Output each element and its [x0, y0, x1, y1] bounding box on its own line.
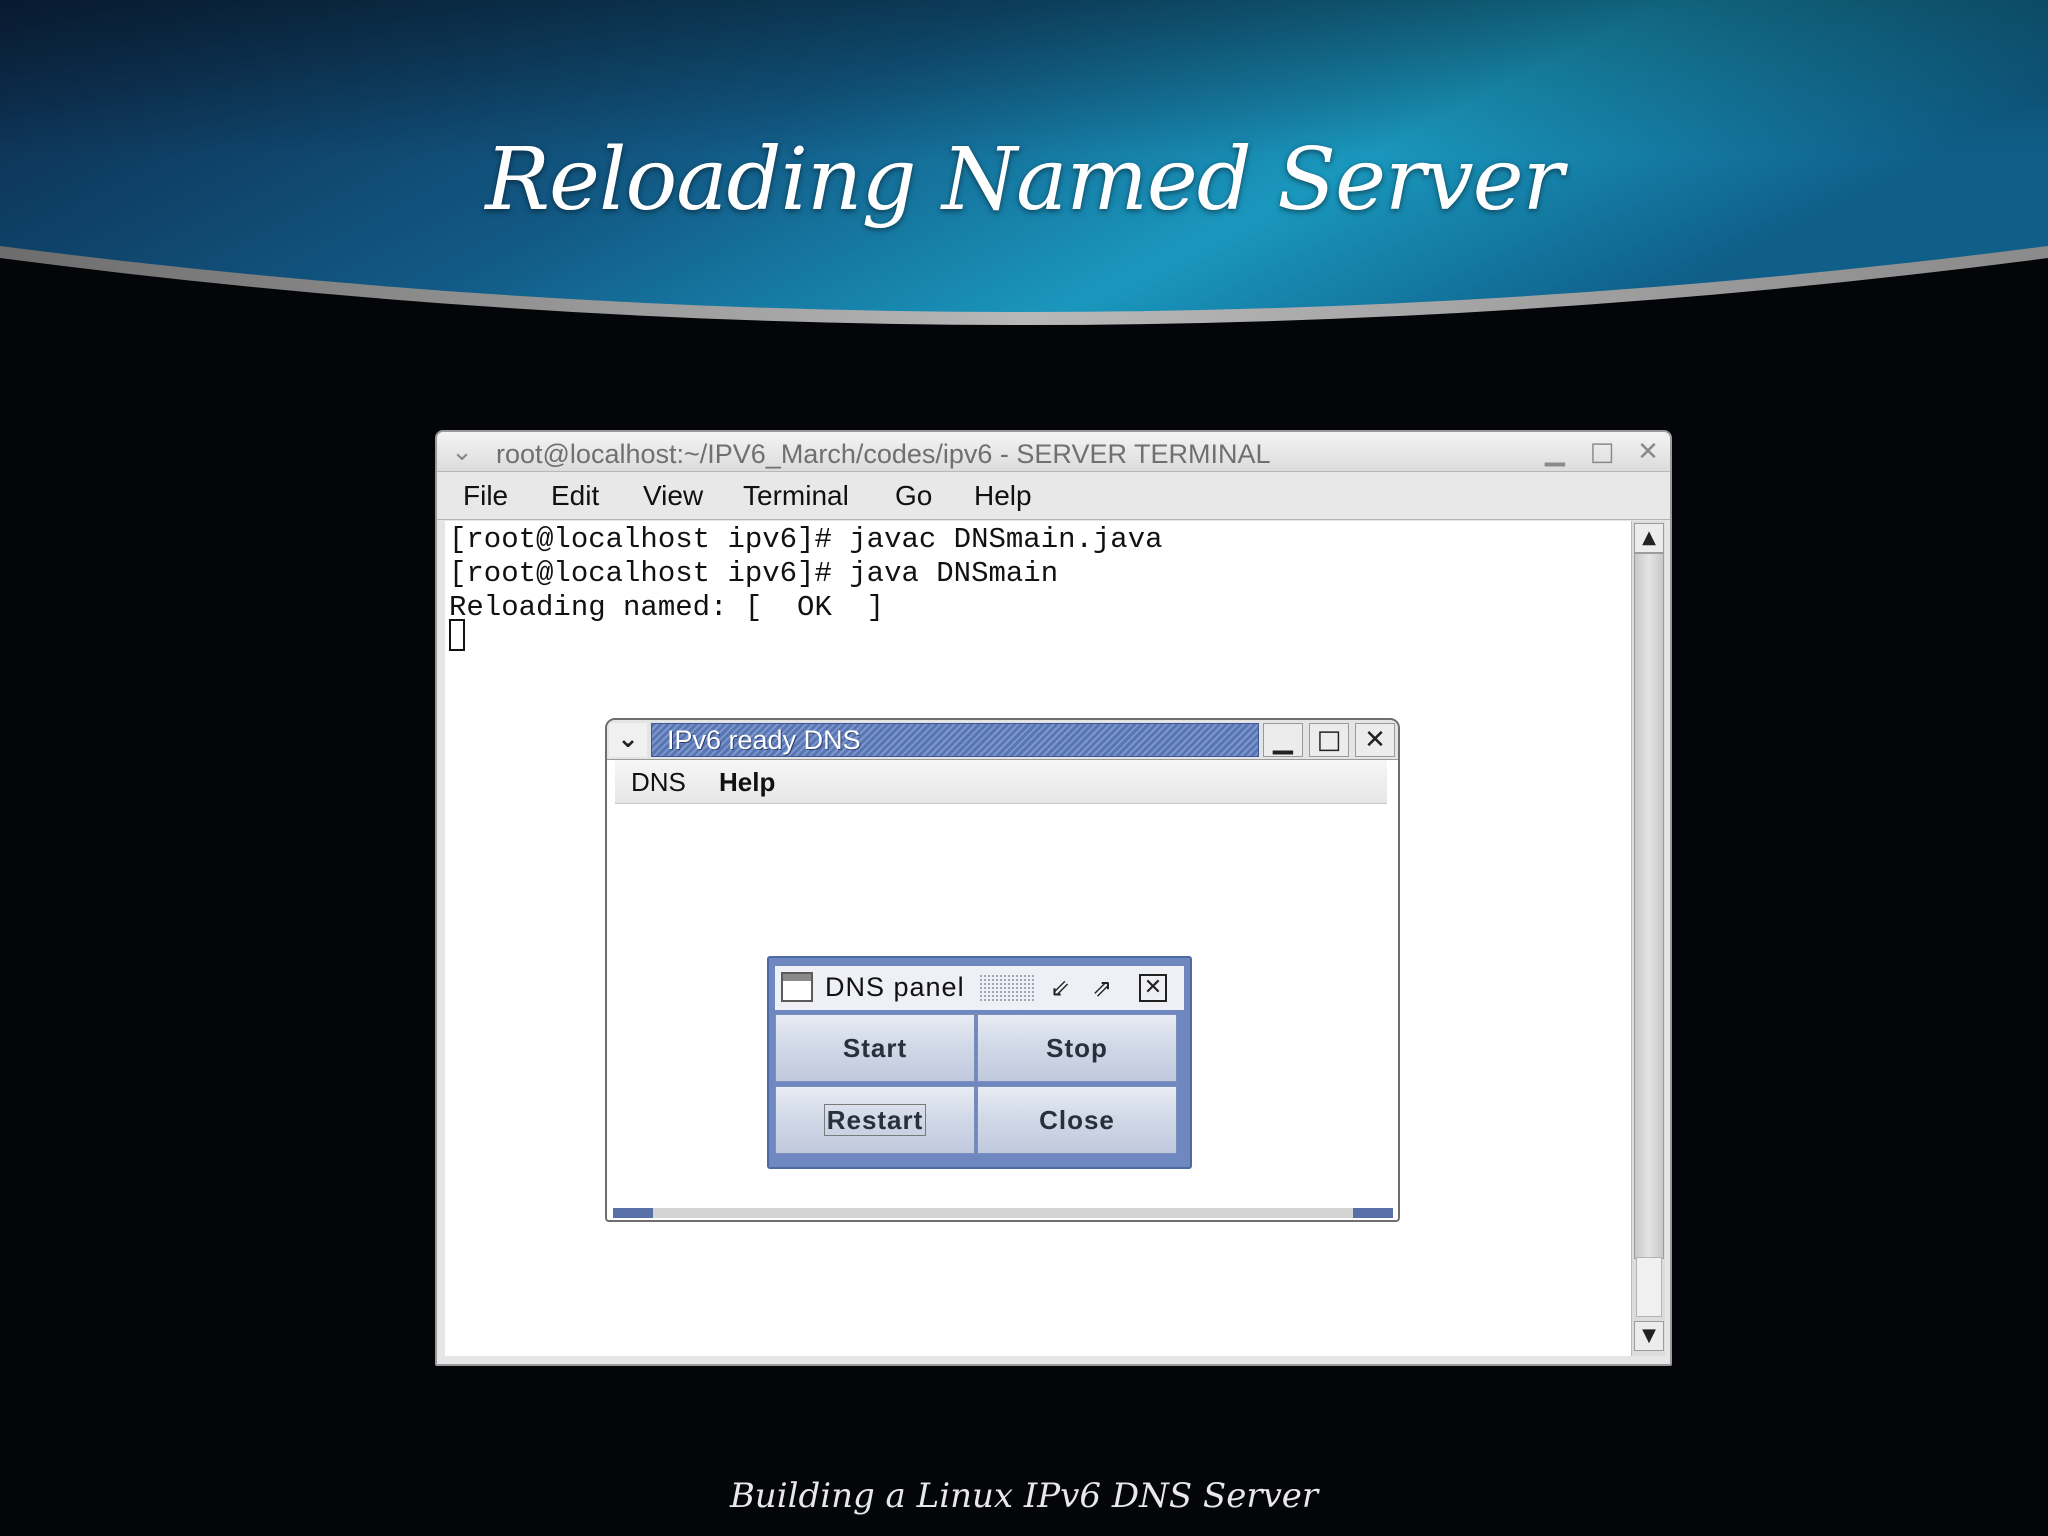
scrollbar-thumb[interactable] — [1634, 553, 1664, 1259]
dns-menubar: DNS Help — [615, 760, 1387, 804]
dns-panel-frame[interactable]: DNS panel ⇙ ⇗ ✕ Start Stop Restart Close — [767, 956, 1192, 1169]
dns-window-title: IPv6 ready DNS — [667, 725, 861, 755]
drag-texture — [979, 974, 1035, 1002]
terminal-line: [root@localhost ipv6]# java DNSmain — [449, 557, 1059, 590]
terminal-line: [root@localhost ipv6]# javac DNSmain.jav… — [449, 523, 1163, 556]
close-icon[interactable]: ✕ — [1139, 974, 1167, 1002]
maximize-icon[interactable]: ⇗ — [1085, 972, 1119, 1004]
chevron-down-icon[interactable]: ⌄ — [609, 723, 647, 757]
slide: Reloading Named Server ⌄ root@localhost:… — [0, 0, 2048, 1536]
dns-panel-titlebar[interactable]: DNS panel ⇙ ⇗ ✕ — [775, 966, 1184, 1010]
minimize-icon[interactable]: ▁ — [1540, 437, 1570, 467]
slide-footer: Building a Linux IPv6 DNS Server — [729, 1476, 1319, 1516]
stop-button[interactable]: Stop — [977, 1014, 1177, 1082]
dns-window-titlebar[interactable]: ⌄ IPv6 ready DNS ▁ □ ✕ — [607, 720, 1398, 760]
minimize-icon[interactable]: ▁ — [1263, 723, 1303, 757]
iconify-icon[interactable]: ⇙ — [1043, 972, 1077, 1004]
terminal-titlebar[interactable]: ⌄ root@localhost:~/IPV6_March/codes/ipv6… — [437, 432, 1670, 472]
close-icon[interactable]: ✕ — [1355, 723, 1395, 757]
menu-help[interactable]: Help — [974, 480, 1032, 512]
dns-window-bottom-edge — [613, 1208, 1393, 1218]
slide-title: Reloading Named Server — [485, 130, 1563, 230]
menu-go[interactable]: Go — [895, 480, 932, 512]
menu-dns[interactable]: DNS — [631, 767, 686, 798]
menu-edit[interactable]: Edit — [551, 480, 599, 512]
arrow-up-icon[interactable]: ▲ — [1634, 523, 1664, 553]
close-button[interactable]: Close — [977, 1086, 1177, 1154]
restart-button[interactable]: Restart — [775, 1086, 975, 1154]
arrow-down-icon[interactable]: ▼ — [1634, 1321, 1664, 1351]
maximize-icon[interactable]: □ — [1587, 437, 1617, 467]
terminal-cursor — [449, 619, 465, 651]
close-icon[interactable]: ✕ — [1633, 437, 1663, 467]
menu-view[interactable]: View — [643, 480, 703, 512]
maximize-icon[interactable]: □ — [1309, 723, 1349, 757]
terminal-menubar: File Edit View Terminal Go Help — [437, 472, 1670, 520]
menu-terminal[interactable]: Terminal — [743, 480, 849, 512]
terminal-scrollbar[interactable]: ▲ ▼ — [1631, 521, 1665, 1356]
terminal-title: root@localhost:~/IPV6_March/codes/ipv6 -… — [496, 439, 1271, 469]
menu-help[interactable]: Help — [719, 767, 775, 798]
terminal-line: Reloading named: [ OK ] — [449, 591, 885, 624]
scrollbar-grip[interactable] — [1636, 1257, 1662, 1317]
window-icon — [781, 972, 813, 1002]
restart-label: Restart — [823, 1104, 927, 1136]
start-button[interactable]: Start — [775, 1014, 975, 1082]
chevron-down-icon[interactable]: ⌄ — [447, 437, 477, 467]
menu-file[interactable]: File — [463, 480, 508, 512]
dns-panel-title: DNS panel — [825, 972, 965, 1002]
